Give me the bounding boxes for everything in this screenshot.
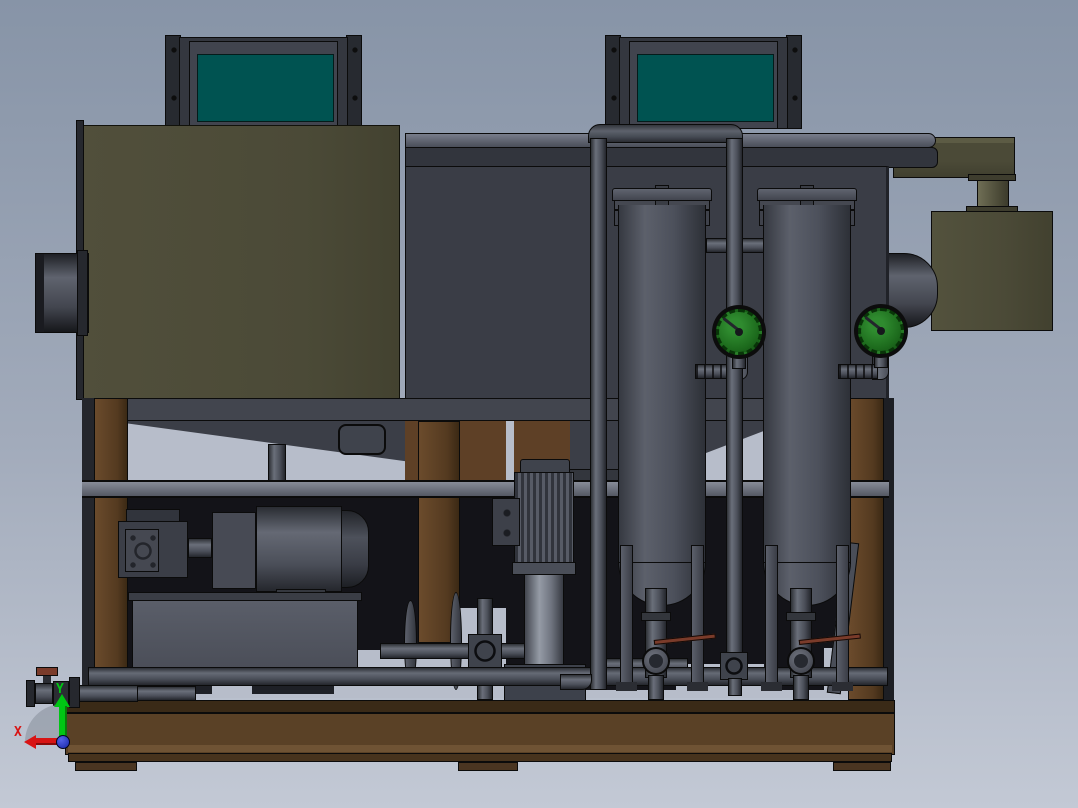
pipe-top-horizontal[interactable] — [588, 124, 743, 143]
screen-display[interactable] — [637, 54, 774, 122]
leg-foot — [687, 682, 708, 691]
pipe-fitting-outlet — [728, 678, 742, 696]
inspection-window-left[interactable] — [338, 424, 386, 455]
coupling-shaft — [188, 538, 212, 558]
pipe-fitting — [720, 652, 748, 680]
valve-inner — [649, 654, 663, 668]
pipe-riser-left[interactable] — [590, 138, 607, 690]
pump-junction-box[interactable] — [492, 498, 520, 546]
pressure-gauge-1[interactable] — [712, 305, 766, 359]
leg-foot — [616, 682, 637, 691]
drain-outlet — [793, 675, 809, 700]
pipe-riser-center[interactable] — [726, 138, 743, 654]
panel-gap — [506, 421, 514, 483]
drain-outlet — [648, 675, 664, 700]
pipe-horizontal-mid[interactable] — [380, 643, 542, 659]
feed-box-left[interactable] — [82, 125, 400, 400]
hopper-box-right[interactable] — [931, 211, 1053, 331]
vessel-body[interactable] — [618, 205, 706, 564]
pump-flange-block[interactable] — [212, 512, 256, 589]
gearbox-face — [125, 529, 159, 572]
drain-flange — [786, 612, 816, 621]
axis-x-label: X — [14, 726, 22, 739]
filter-vessel-2[interactable] — [757, 188, 857, 700]
filter-vessel-1[interactable] — [612, 188, 712, 700]
vessel-leg — [620, 545, 633, 688]
skid-bottom-lip — [68, 753, 892, 762]
screen-flange-right — [786, 35, 802, 129]
gearbox[interactable] — [118, 521, 188, 578]
stub-flange — [77, 250, 88, 336]
skid-top-rail — [65, 700, 895, 713]
leg-foot — [832, 682, 853, 691]
vessel-body[interactable] — [763, 205, 851, 564]
axis-x-arrowhead[interactable] — [24, 735, 36, 749]
stub-end-cap — [36, 254, 44, 332]
arm-post[interactable] — [977, 180, 1009, 208]
drain-flange — [641, 612, 671, 621]
pressure-gauge-2[interactable] — [854, 304, 908, 358]
motor-end-cap — [341, 510, 369, 588]
vessel-leg — [836, 545, 849, 688]
frame-edge-right — [884, 398, 894, 700]
frame-edge-left — [82, 398, 94, 700]
triad-origin-dot — [56, 735, 70, 749]
vertical-pump-motor[interactable] — [514, 472, 574, 564]
gauge-hose-2 — [838, 364, 878, 379]
skid-base[interactable] — [65, 713, 895, 755]
gauge-hub — [735, 328, 743, 336]
axis-y-label: Y — [56, 683, 64, 696]
top-beam[interactable] — [405, 147, 938, 168]
valve-inner — [794, 654, 808, 668]
control-screen-right[interactable] — [605, 35, 802, 129]
motor-body[interactable] — [256, 506, 342, 592]
screen-display[interactable] — [197, 54, 334, 122]
pipe-riser-elbow — [560, 674, 592, 690]
skid-foot — [458, 762, 518, 771]
leg-foot — [761, 682, 782, 691]
skid-foot — [833, 762, 891, 771]
vessel-leg — [765, 545, 778, 688]
orientation-triad[interactable]: Y X — [0, 660, 120, 780]
screen-flange-right — [346, 35, 362, 129]
vertical-pump-cap — [520, 459, 570, 473]
skid-edge-highlight — [68, 745, 892, 752]
vertical-pump-column[interactable] — [524, 574, 564, 666]
cad-viewport[interactable]: Y X — [0, 0, 1078, 808]
inlet-stub-left[interactable] — [35, 253, 89, 333]
vessel-leg — [691, 545, 704, 688]
control-screen-left[interactable] — [165, 35, 362, 129]
cross-fitting[interactable] — [468, 634, 502, 668]
gauge-hub — [877, 327, 885, 335]
